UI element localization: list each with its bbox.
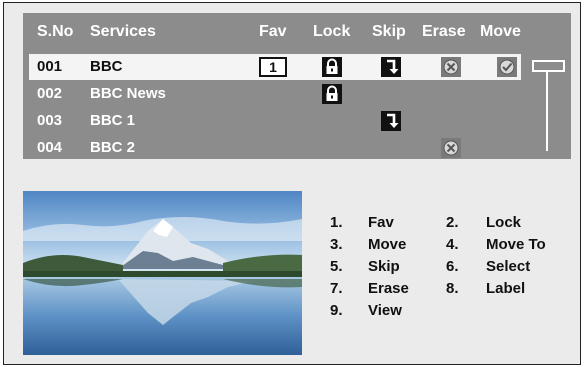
scrollbar-thumb[interactable]: [532, 60, 565, 72]
row-number: 004: [37, 139, 63, 156]
erase-x-icon[interactable]: [441, 57, 461, 77]
skip-arrow-icon[interactable]: [381, 57, 401, 77]
row-number: 003: [37, 112, 63, 129]
legend-label: Lock: [486, 214, 522, 231]
header-move: Move: [480, 23, 521, 40]
legend-label: Move: [368, 236, 407, 253]
row-service-name: BBC: [90, 58, 123, 75]
legend-label: Select: [486, 258, 531, 275]
channel-preview-image: [23, 191, 302, 355]
legend-number: 7.: [330, 280, 343, 297]
row-service-name: BBC 2: [90, 139, 136, 156]
legend-number: 2.: [446, 214, 459, 231]
row-service-name: BBC 1: [90, 112, 136, 129]
padlock-icon[interactable]: [322, 57, 342, 77]
checkmark-icon[interactable]: [497, 57, 517, 77]
header-services: Services: [90, 23, 156, 40]
legend-label: Label: [486, 280, 526, 297]
legend-label: Fav: [368, 214, 394, 231]
legend-number: 8.: [446, 280, 459, 297]
erase-x-icon[interactable]: [441, 138, 461, 158]
fav-number-box[interactable]: 1: [259, 57, 287, 77]
legend-number: 9.: [330, 302, 343, 319]
legend-number: 4.: [446, 236, 459, 253]
legend-number: 5.: [330, 258, 343, 275]
legend-number: 3.: [330, 236, 343, 253]
legend-number: 1.: [330, 214, 343, 231]
channel-row-002[interactable]: 002 BBC News: [29, 81, 521, 107]
legend-label: Skip: [368, 258, 400, 275]
channel-list-panel: S.No Services Fav Lock Skip Erase Move 0…: [23, 13, 571, 159]
row-service-name: BBC News: [90, 85, 166, 102]
header-sno: S.No: [37, 23, 74, 40]
channel-row-001[interactable]: 001 BBC 1: [29, 54, 521, 80]
header-lock: Lock: [313, 23, 351, 40]
scrollbar-track[interactable]: [546, 71, 548, 151]
skip-arrow-icon[interactable]: [381, 111, 401, 131]
row-number: 001: [37, 58, 63, 75]
legend-label: View: [368, 302, 402, 319]
row-number: 002: [37, 85, 63, 102]
legend-label: Erase: [368, 280, 409, 297]
channel-row-004[interactable]: 004 BBC 2: [29, 135, 521, 161]
channel-row-003[interactable]: 003 BBC 1: [29, 108, 521, 134]
header-fav: Fav: [259, 23, 287, 40]
legend-number: 6.: [446, 258, 459, 275]
padlock-icon[interactable]: [322, 84, 342, 104]
header-erase: Erase: [422, 23, 466, 40]
list-header: S.No Services Fav Lock Skip Erase Move: [23, 13, 571, 51]
legend-label: Move To: [486, 236, 546, 253]
header-skip: Skip: [372, 23, 406, 40]
